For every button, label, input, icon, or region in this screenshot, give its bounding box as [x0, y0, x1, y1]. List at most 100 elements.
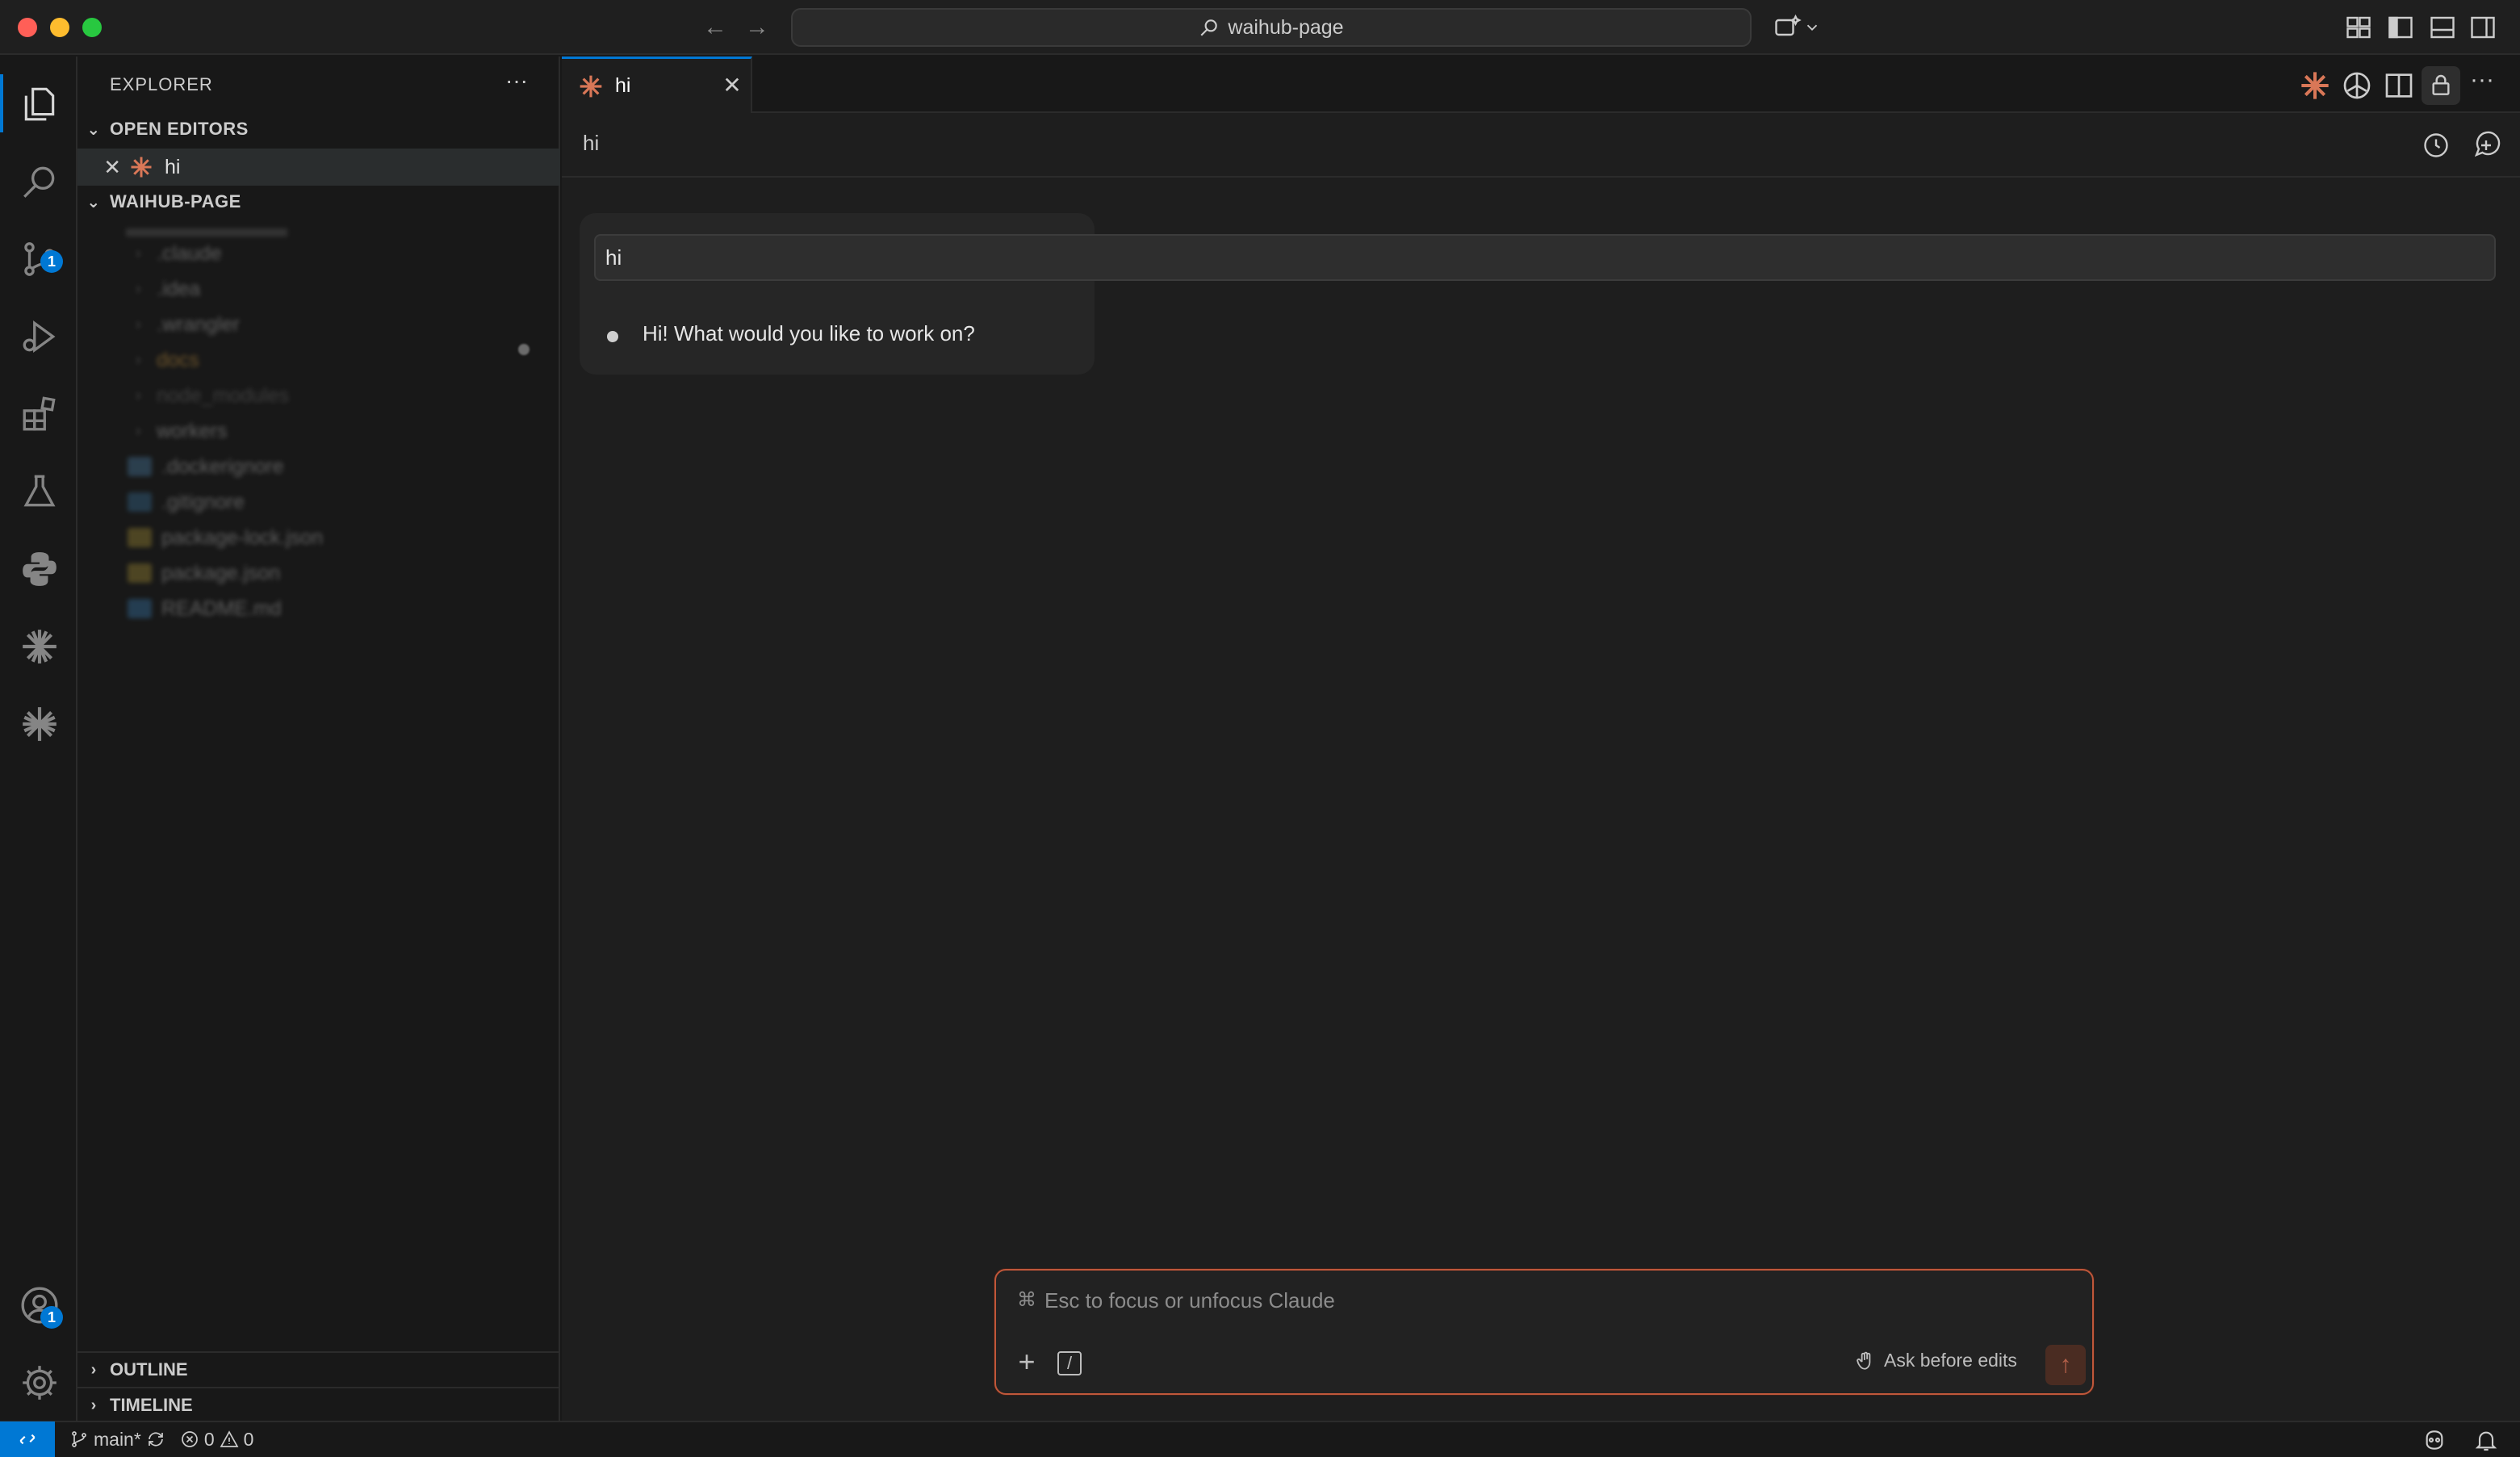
close-window-button[interactable]	[18, 18, 37, 37]
search-icon	[1200, 19, 1218, 36]
sidebar-title: EXPLORER	[110, 74, 213, 94]
command-center-label: waihub-page	[1228, 15, 1344, 39]
outline-label: OUTLINE	[110, 1359, 188, 1380]
claude-spark-icon-2[interactable]	[19, 704, 60, 744]
openai-icon[interactable]	[2341, 69, 2373, 102]
open-editors-header[interactable]: ⌄ OPEN EDITORS	[77, 113, 560, 145]
send-button[interactable]: ↑	[2045, 1345, 2086, 1385]
explorer-sidebar: EXPLORER ··· ⌄ OPEN EDITORS ✕ hi ⌄ WAIHU…	[77, 57, 560, 1421]
command-center-search[interactable]: waihub-page	[791, 8, 1752, 47]
open-editors-label: OPEN EDITORS	[110, 119, 249, 139]
title-bar: ← → waihub-page	[0, 0, 2520, 55]
close-icon[interactable]: ✕	[720, 73, 744, 98]
explorer-icon[interactable]	[19, 84, 60, 124]
tab-hi[interactable]: hi ✕	[562, 57, 752, 113]
timeline-label: TIMELINE	[110, 1395, 193, 1415]
search-icon[interactable]	[19, 161, 60, 202]
tree-row[interactable]: › docs	[136, 342, 199, 378]
chevron-down-icon: ⌄	[86, 120, 101, 139]
split-editor-icon[interactable]	[2383, 69, 2415, 102]
activity-bar: 1 1	[0, 57, 77, 1421]
problems-indicator[interactable]: 0 0	[180, 1428, 254, 1451]
edit-mode-toggle[interactable]: Ask before edits	[1855, 1350, 2017, 1371]
remote-icon	[19, 1434, 36, 1445]
composer-input[interactable]: Esc to focus or unfocus Claude	[1044, 1288, 1335, 1313]
run-debug-icon[interactable]	[19, 316, 60, 357]
chevron-right-icon: ›	[90, 1360, 97, 1379]
copilot-sparkle-icon[interactable]	[1773, 13, 1802, 42]
outline-section[interactable]: › OUTLINE	[77, 1351, 560, 1387]
extensions-icon[interactable]	[19, 394, 60, 434]
lock-button[interactable]	[2422, 66, 2460, 105]
new-chat-icon[interactable]	[2472, 131, 2501, 160]
python-icon[interactable]	[19, 549, 60, 589]
accounts-badge: 1	[40, 1306, 63, 1329]
tree-row[interactable]: › node_modules	[136, 378, 289, 413]
project-label: WAIHUB-PAGE	[110, 191, 241, 211]
testing-flask-icon[interactable]	[19, 471, 60, 512]
timeline-section[interactable]: › TIMELINE	[77, 1387, 560, 1422]
claude-spark-icon[interactable]	[19, 626, 60, 667]
close-icon[interactable]: ✕	[77, 155, 121, 180]
assistant-message: Hi! What would you like to work on?	[643, 321, 975, 345]
tree-row[interactable]: .dockerignore	[128, 449, 283, 484]
gear-icon[interactable]	[19, 1363, 60, 1403]
command-key-icon: ⌘	[1017, 1289, 1036, 1311]
chat-composer[interactable]: ⌘ Esc to focus or unfocus Claude + / Ask…	[994, 1269, 2094, 1395]
assistant-status-dot	[607, 331, 618, 342]
claude-spark-icon[interactable]	[2299, 69, 2331, 102]
status-bar: main* 0 0	[0, 1421, 2520, 1457]
chat-header	[562, 115, 2520, 178]
error-icon	[181, 1431, 198, 1447]
chat-title: hi	[583, 131, 600, 155]
slash-command-button[interactable]: /	[1057, 1351, 1082, 1375]
user-message: hi	[594, 234, 2496, 281]
open-editor-label: hi	[165, 155, 181, 178]
toggle-primary-sidebar-icon[interactable]	[2386, 13, 2415, 42]
maximize-window-button[interactable]	[82, 18, 102, 37]
tab-bar: hi ✕ ···	[562, 57, 2520, 113]
chevron-down-icon: ⌄	[86, 193, 101, 211]
customize-layout-icon[interactable]	[2344, 13, 2373, 42]
tree-row[interactable]: › .idea	[136, 271, 200, 307]
tree-row[interactable]: package-lock.json	[128, 520, 323, 555]
branch-indicator[interactable]: main*	[69, 1429, 165, 1451]
chevron-down-icon[interactable]	[1803, 13, 1821, 42]
sync-icon[interactable]	[146, 1430, 165, 1449]
more-actions-icon[interactable]: ···	[2470, 66, 2494, 94]
tree-row[interactable]: › .claude	[136, 236, 222, 271]
git-branch-icon	[72, 1431, 86, 1447]
history-clock-icon[interactable]	[2422, 131, 2451, 160]
branch-label: main*	[94, 1428, 141, 1450]
active-indicator	[0, 74, 3, 132]
remote-indicator[interactable]	[0, 1421, 55, 1457]
more-actions-icon[interactable]: ···	[505, 68, 528, 94]
hand-icon	[1857, 1351, 1871, 1370]
toggle-secondary-sidebar-icon[interactable]	[2468, 13, 2497, 42]
modified-dot	[518, 344, 530, 355]
forward-arrow-icon[interactable]: →	[741, 11, 773, 44]
back-arrow-icon[interactable]: ←	[699, 11, 731, 44]
add-attachment-button[interactable]: +	[1012, 1347, 1041, 1377]
tree-row[interactable]: › workers	[136, 413, 228, 449]
open-editor-item[interactable]: ✕ hi	[77, 149, 560, 186]
toggle-panel-icon[interactable]	[2428, 13, 2457, 42]
editor-area: hi ✕ ··· hi hi Hi! What would you like t…	[562, 57, 2520, 1421]
tab-label: hi	[615, 74, 631, 97]
tree-row[interactable]: README.md	[128, 591, 282, 626]
claude-spark-icon	[580, 75, 602, 97]
project-header[interactable]: ⌄ WAIHUB-PAGE	[77, 186, 560, 218]
file-tree: › .claude › .idea › .wrangler › docs › node_m…	[77, 226, 560, 710]
bell-icon[interactable]	[2473, 1427, 2499, 1453]
claude-spark-icon	[131, 157, 152, 178]
error-count: 0	[203, 1428, 215, 1450]
lock-icon	[2432, 74, 2450, 95]
tree-row[interactable]: .gitignore	[128, 484, 245, 520]
copilot-icon[interactable]	[2422, 1427, 2447, 1453]
warning-count: 0	[243, 1428, 254, 1450]
tree-row[interactable]: package.json	[128, 555, 280, 591]
vscode-window: ← → waihub-page 1 1 EXPLORER ··· ⌄ OPEN …	[0, 0, 2520, 1457]
minimize-window-button[interactable]	[50, 18, 69, 37]
warning-icon	[220, 1430, 239, 1447]
tree-row[interactable]: › .wrangler	[136, 307, 240, 342]
